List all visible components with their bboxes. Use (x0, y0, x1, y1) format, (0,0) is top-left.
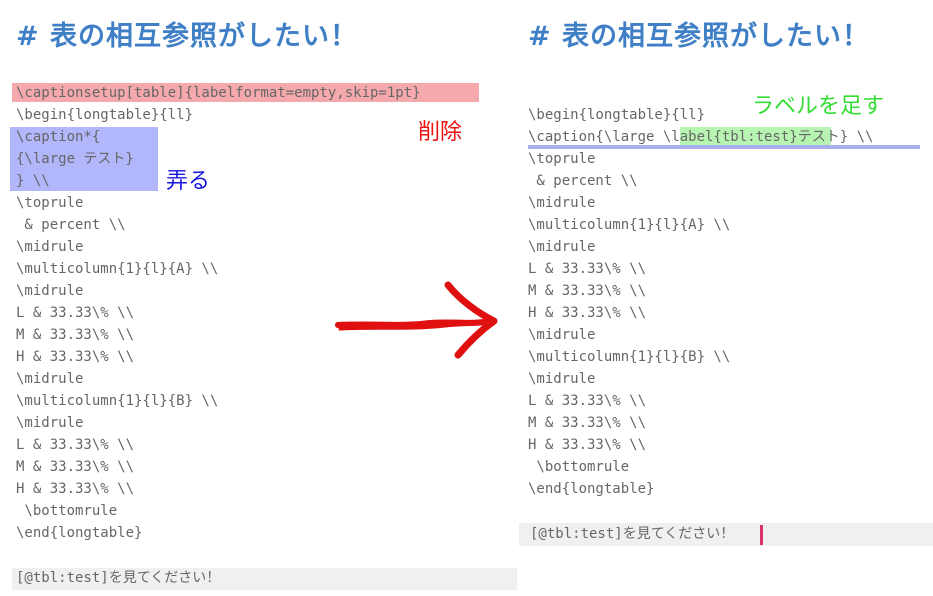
left-code-line: \midrule (16, 239, 84, 255)
left-code-line: \midrule (16, 371, 84, 387)
right-heading: # 表の相互参照がしたい！ (528, 21, 871, 52)
right-code-line: H & 33.33\% \\ (528, 437, 647, 453)
right-code-line: M & 33.33\% \\ (528, 415, 647, 431)
add-label-annotation: ラベルを足す (752, 94, 885, 119)
caption-prefix: \caption{\large (528, 129, 663, 145)
left-code-line: \multicolumn{1}{l}{A} \\ (16, 261, 219, 277)
right-code-line: \toprule (528, 151, 596, 167)
delete-annotation: 削除 (418, 120, 463, 145)
left-code-line: \captionsetup[table]{labelformat=empty,s… (16, 85, 421, 101)
left-heading: # 表の相互参照がしたい！ (16, 21, 359, 52)
left-code-line: H & 33.33\% \\ (16, 349, 135, 365)
right-code-line: L & 33.33\% \\ (528, 393, 647, 409)
left-code-line: & percent \\ (16, 217, 126, 233)
caption-suffix: テスト} \\ (797, 129, 874, 145)
right-code-line: \begin{longtable}{ll} (528, 107, 706, 123)
right-code-line: \midrule (528, 239, 596, 255)
modify-annotation: 弄る (166, 169, 211, 194)
left-code-line: \end{longtable} (16, 525, 143, 541)
left-code-line: H & 33.33\% \\ (16, 481, 135, 497)
right-code-line: \end{longtable} (528, 481, 655, 497)
right-code-line: \midrule (528, 371, 596, 387)
caption-label: \label{tbl:test} (662, 129, 798, 145)
right-code-line: H & 33.33\% \\ (528, 305, 647, 321)
right-code-line: \multicolumn{1}{l}{A} \\ (528, 217, 731, 233)
right-code-line: \midrule (528, 327, 596, 343)
left-reference-text: [@tbl:test]を見てください！ (16, 570, 221, 586)
right-code-line: \multicolumn{1}{l}{B} \\ (528, 349, 731, 365)
right-code-line: & percent \\ (528, 173, 638, 189)
left-code-line: L & 33.33\% \\ (16, 437, 135, 453)
left-code-line: {\large テスト} (16, 151, 134, 167)
right-reference-text: [@tbl:test]を見てください！ (530, 526, 735, 542)
left-code-line: \bottomrule (16, 503, 118, 519)
left-code-line: \toprule (16, 195, 84, 211)
left-code-line: \multicolumn{1}{l}{B} \\ (16, 393, 219, 409)
right-code-line: M & 33.33\% \\ (528, 283, 647, 299)
left-code-line: \midrule (16, 415, 84, 431)
left-code-line: L & 33.33\% \\ (16, 305, 135, 321)
arrow-right-icon (335, 281, 498, 359)
right-code-line: \midrule (528, 195, 596, 211)
right-code-line: \bottomrule (528, 459, 630, 475)
left-code-line: M & 33.33\% \\ (16, 459, 135, 475)
right-code-line: L & 33.33\% \\ (528, 261, 647, 277)
left-code-line: } \\ (16, 173, 50, 189)
text-cursor[interactable] (760, 525, 763, 545)
left-code-line: \midrule (16, 283, 84, 299)
left-code-line: \begin{longtable}{ll} (16, 107, 194, 123)
left-code-line: M & 33.33\% \\ (16, 327, 135, 343)
left-code-line: \caption*{ (16, 129, 101, 145)
